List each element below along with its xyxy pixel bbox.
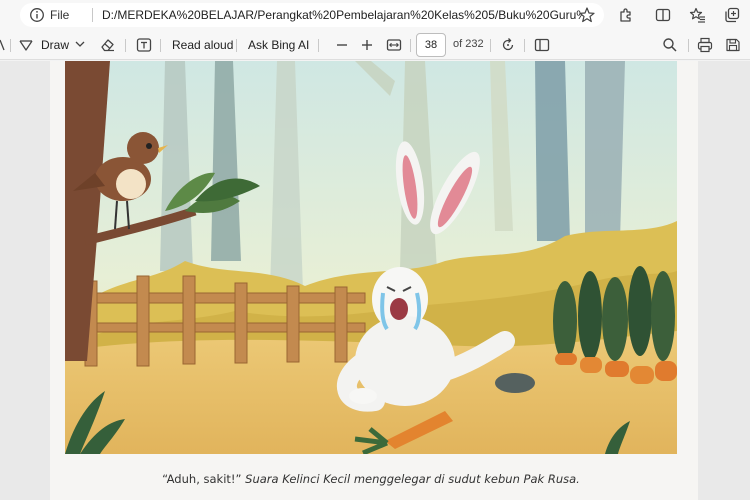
address-bar-row: File D:/MERDEKA%20BELAJAR/Perangkat%20Pe… <box>0 0 750 30</box>
search-icon[interactable] <box>661 36 679 54</box>
save-icon[interactable] <box>724 36 742 54</box>
draw-options-chevron-down-icon[interactable] <box>73 37 87 51</box>
file-scheme-label: File <box>50 8 70 22</box>
favorites-icon[interactable] <box>689 6 707 24</box>
toolbar-divider <box>688 39 689 52</box>
ask-bing-label: Ask Bing AI <box>248 38 310 52</box>
pdf-toolbar: Draw Read aloud Ask Bing AI <box>0 30 750 60</box>
read-aloud-button[interactable]: Read aloud <box>172 30 233 60</box>
ask-bing-button[interactable]: Ask Bing AI <box>248 30 309 60</box>
url-text[interactable]: D:/MERDEKA%20BELAJAR/Perangkat%20Pembela… <box>102 8 582 22</box>
print-icon[interactable] <box>696 36 714 54</box>
highlight-icon[interactable] <box>0 36 16 54</box>
story-illustration <box>65 61 677 454</box>
toolbar-divider <box>10 39 11 52</box>
toolbar-divider <box>524 39 525 52</box>
toolbar-divider <box>490 39 491 52</box>
toolbar-divider <box>160 39 161 52</box>
address-divider <box>92 8 93 22</box>
page-view-icon[interactable] <box>533 36 551 54</box>
zoom-out-minus-icon[interactable] <box>333 36 351 54</box>
info-icon[interactable] <box>29 7 45 23</box>
zoom-in-plus-icon[interactable] <box>358 36 376 54</box>
read-aloud-label: Read aloud <box>172 38 234 52</box>
toolbar-divider <box>236 39 237 52</box>
address-bar[interactable]: File D:/MERDEKA%20BELAJAR/Perangkat%20Pe… <box>20 3 604 27</box>
favorite-star-icon[interactable] <box>578 6 596 24</box>
toolbar-divider <box>318 39 319 52</box>
rotate-icon[interactable] <box>499 36 517 54</box>
toolbar-divider <box>125 39 126 52</box>
draw-button[interactable]: Draw <box>18 30 69 60</box>
split-screen-icon[interactable] <box>654 6 672 24</box>
page-number-input[interactable]: 38 <box>416 33 446 57</box>
text-box-icon[interactable] <box>135 36 153 54</box>
extensions-icon[interactable] <box>617 6 635 24</box>
fit-to-width-icon[interactable] <box>385 36 403 54</box>
caption-narration: Suara Kelinci Kecil menggelegar di sudut… <box>241 472 580 486</box>
caption-quote: “Aduh, sakit!” <box>162 472 242 486</box>
collections-icon[interactable] <box>723 6 741 24</box>
page-total-label: of 232 <box>453 38 484 50</box>
story-caption: “Aduh, sakit!” Suara Kelinci Kecil mengg… <box>65 472 677 486</box>
toolbar-divider <box>410 39 411 52</box>
draw-label: Draw <box>41 38 70 52</box>
eraser-icon[interactable] <box>99 36 117 54</box>
draw-pen-icon <box>19 40 33 51</box>
